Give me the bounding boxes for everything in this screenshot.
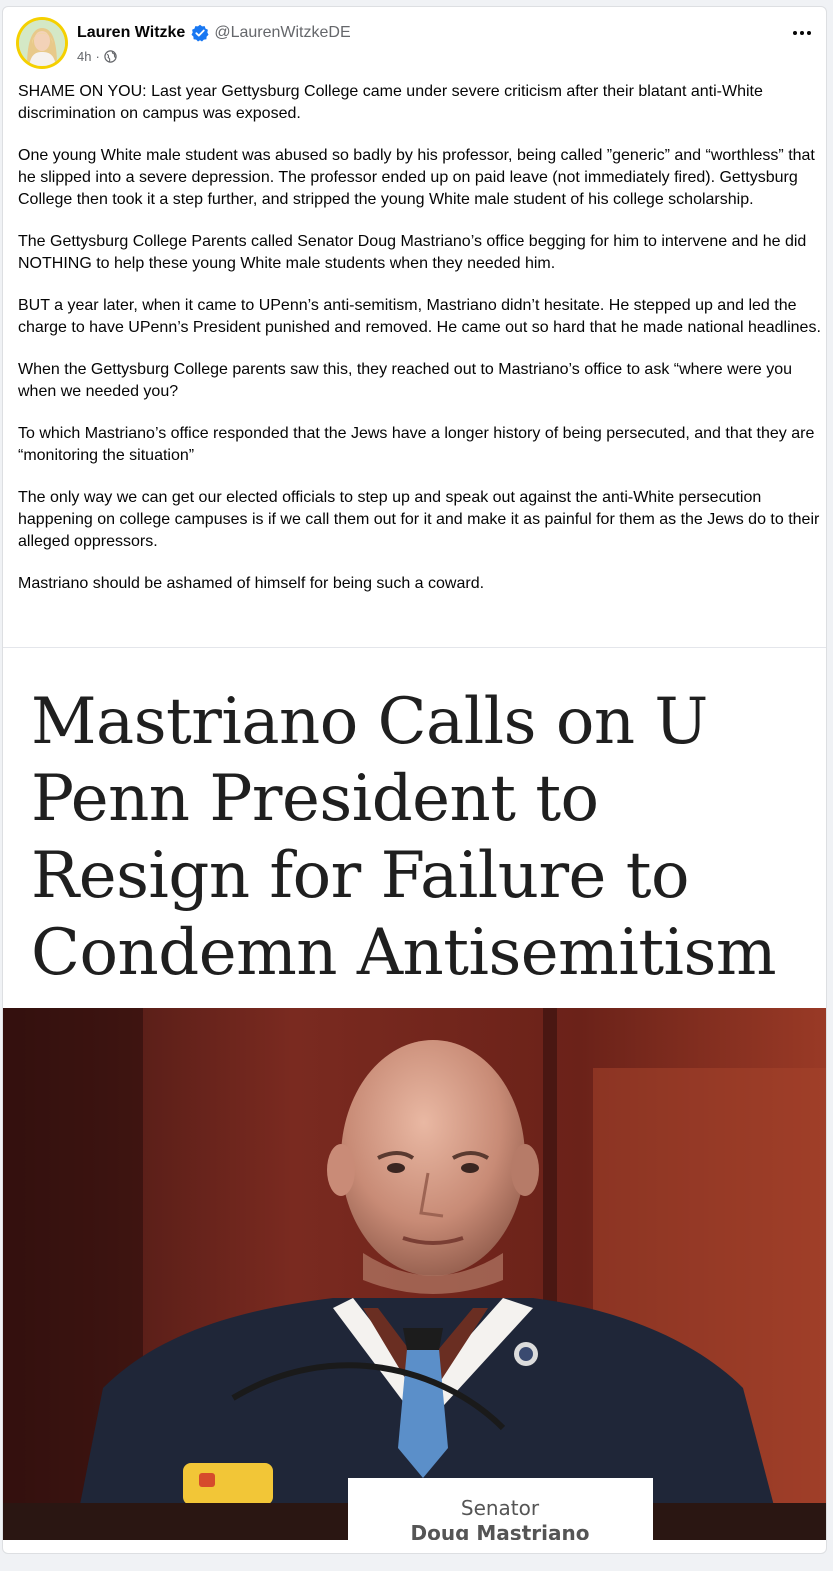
verified-badge-icon <box>191 24 209 42</box>
avatar[interactable] <box>16 17 68 69</box>
meta-separator: · <box>95 49 100 64</box>
post-body: SHAME ON YOU: Last year Gettysburg Colle… <box>18 81 821 615</box>
nameplate-text-line1: Senator <box>461 1496 540 1520</box>
post-paragraph: One young White male student was abused … <box>18 147 815 208</box>
post-paragraph: To which Mastriano’s office responded th… <box>18 425 815 464</box>
post-header: Lauren Witzke @LaurenWitzkeDE 4h · <box>3 7 826 75</box>
globe-icon[interactable] <box>104 50 117 63</box>
post-timestamp[interactable]: 4h <box>77 49 91 64</box>
senator-photo: Senator Doug Mastriano <box>3 1008 826 1540</box>
post-paragraph: Mastriano should be ashamed of himself f… <box>18 575 485 592</box>
post-card: Lauren Witzke @LaurenWitzkeDE 4h · SHAME… <box>2 6 827 1554</box>
post-paragraph: The Gettysburg College Parents called Se… <box>18 233 807 272</box>
post-paragraph: The only way we can get our elected offi… <box>18 489 820 550</box>
more-options-icon[interactable] <box>788 23 816 43</box>
post-meta: 4h · <box>77 49 117 64</box>
post-paragraph: When the Gettysburg College parents saw … <box>18 361 793 400</box>
media-headline: Mastriano Calls on U Penn President to R… <box>31 685 777 990</box>
author-handle[interactable]: @LaurenWitzkeDE <box>214 24 350 42</box>
post-media[interactable]: Mastriano Calls on U Penn President to R… <box>3 647 826 1540</box>
avatar-image <box>19 20 65 66</box>
nameplate-text-line2: Doug Mastriano <box>411 1521 590 1540</box>
post-paragraph: BUT a year later, when it came to UPenn’… <box>18 297 821 336</box>
author-name[interactable]: Lauren Witzke <box>77 24 185 42</box>
post-paragraph: SHAME ON YOU: Last year Gettysburg Colle… <box>18 83 763 122</box>
author-row: Lauren Witzke @LaurenWitzkeDE <box>77 24 351 42</box>
